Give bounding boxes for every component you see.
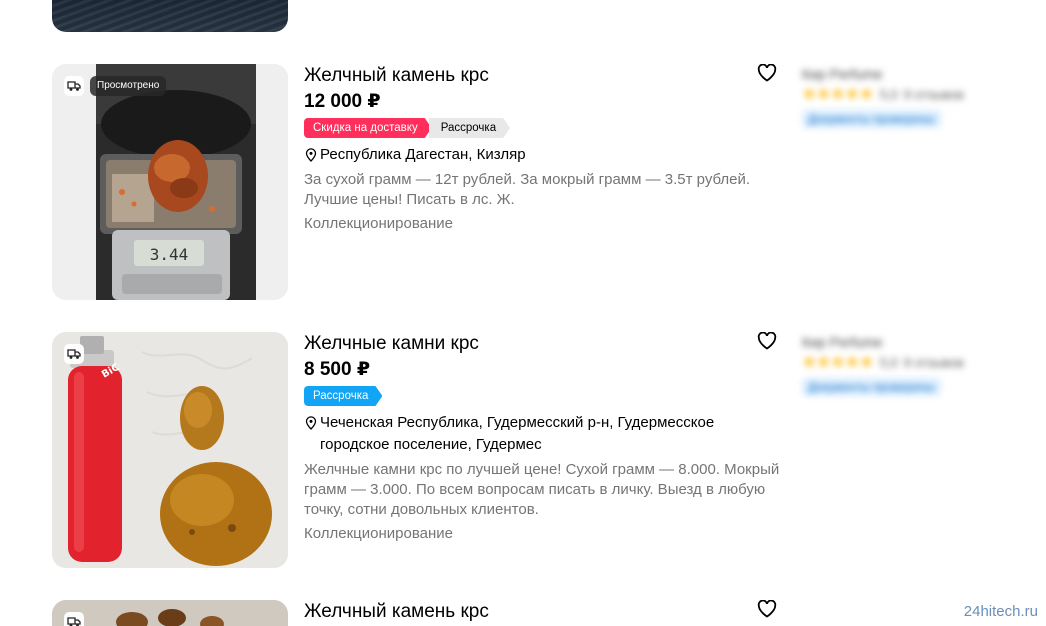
listing-title[interactable]: Желчный камень крс [304,600,784,624]
delivery-truck-icon [64,612,84,626]
heart-outline-icon[interactable] [757,332,777,350]
listing-photo[interactable] [52,600,288,626]
seller-docs-badge: Документы проверены [802,110,941,128]
svg-text:3.44: 3.44 [150,245,189,264]
installment-tag: Рассрочка [304,386,382,406]
listing-photo[interactable]: 3.44 Просмотрено [52,64,288,300]
delivery-truck-icon [64,344,84,364]
seller-docs-badge: Документы проверены [802,378,941,396]
seller-reviews[interactable]: 9 отзывов [904,86,964,104]
listing-category: Коллекционирование [304,525,453,542]
listing-description: Желчные камни крс по лучшей цене! Сухой … [304,461,780,518]
seller-rating: 5,0 [879,355,898,370]
gallstones-lighter-photo: BiC [52,332,288,568]
listing-location: Республика Дагестан, Кизляр [320,146,526,163]
seller-reviews[interactable]: 9 отзывов [904,354,964,372]
listing-card[interactable]: BiC Желчные камни крс 8 500 ₽ Рассрочка … [52,332,1012,568]
listing-card[interactable]: 3.44 Просмотрено Желчный камень крс 12 0… [52,64,1012,300]
listing-location: Чеченская Республика, Гудермесский р-н, … [320,414,715,453]
seller-info[interactable]: Кир Perfume ★★★★★ 5,0 9 отзывов Документ… [802,64,1002,128]
location-pin-icon [305,416,317,430]
location-pin-icon [305,148,317,162]
star-icon: ★★★★★ [802,86,874,103]
listing-title[interactable]: Желчный камень крс [304,64,784,88]
viewed-badge: Просмотрено [90,76,167,96]
listing-title[interactable]: Желчные камни крс [304,332,784,356]
star-icon: ★★★★★ [802,354,874,371]
seller-rating: 5,0 [879,87,898,102]
seller-name[interactable]: Кир Perfume [802,64,1002,84]
listing-card[interactable]: Желчный камень крс [52,600,1012,626]
listing-description: За сухой грамм — 12т рублей. За мокрый г… [304,171,751,208]
seller-info[interactable]: Кир Perfume ★★★★★ 5,0 9 отзывов Документ… [802,332,1002,396]
listing-photo-partial [52,600,288,626]
installment-tag: Рассрочка [429,118,510,138]
listing-price: 12 000 ₽ [304,91,381,112]
gallstone-scale-photo: 3.44 [52,64,288,300]
listing-price: 8 500 ₽ [304,359,371,380]
delivery-discount-tag: Скидка на доставку [304,118,432,138]
site-watermark: 24hitech.ru [963,603,1038,620]
seller-name[interactable]: Кир Perfume [802,332,1002,352]
listing-category: Коллекционирование [304,215,453,232]
previous-listing-photo[interactable] [52,0,288,32]
listing-photo[interactable]: BiC [52,332,288,568]
delivery-truck-icon [64,76,84,96]
heart-outline-icon[interactable] [757,64,777,82]
heart-outline-icon[interactable] [757,600,777,618]
